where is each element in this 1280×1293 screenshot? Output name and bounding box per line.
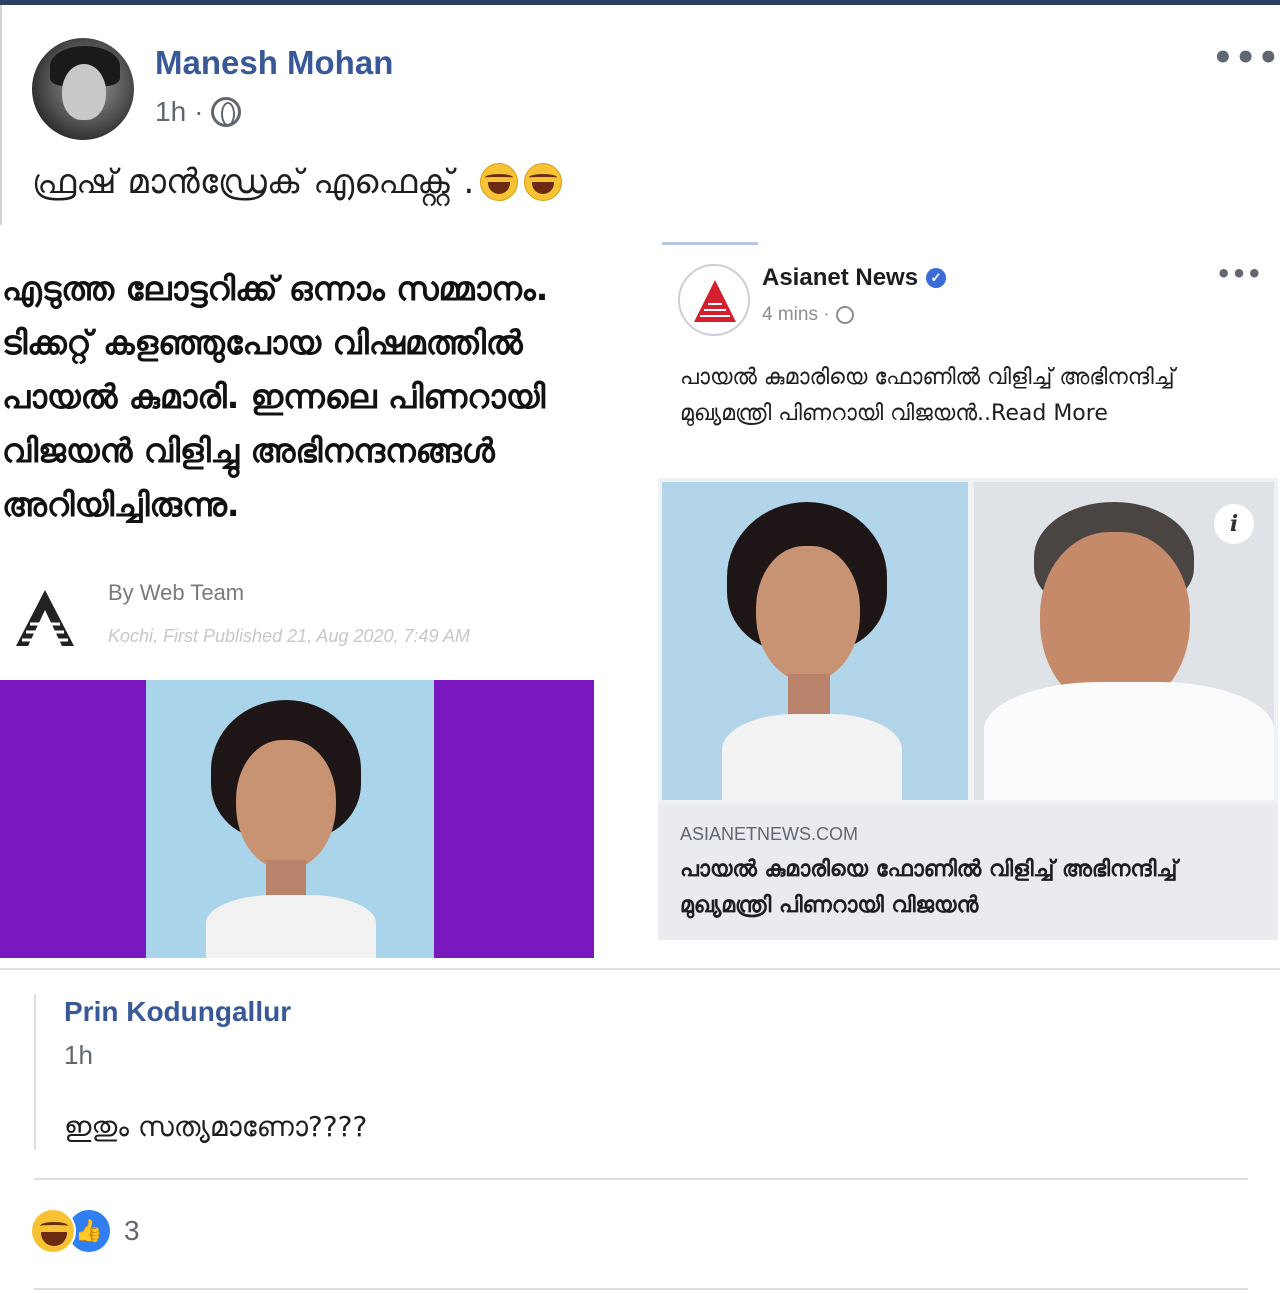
divider xyxy=(34,1288,1248,1290)
laughing-emoji-icon xyxy=(524,163,563,201)
avatar-face xyxy=(62,64,106,120)
asianet-logo-icon xyxy=(694,280,736,322)
woman-figure xyxy=(722,502,902,800)
post-text: ഫ്രഷ് മാൻഡ്രേക് എഫെക്റ്റ് . xyxy=(32,162,563,202)
post-meta: 1h · xyxy=(155,96,242,128)
news-headline: എടുത്ത ലോട്ടറിക്ക് ഒന്നാം സമ്മാനം. ടിക്ക… xyxy=(2,269,549,524)
globe-icon[interactable] xyxy=(211,97,242,127)
verified-badge-icon: ✓ xyxy=(926,268,947,288)
post-author-name[interactable]: Manesh Mohan xyxy=(155,44,393,82)
embedded-options-icon: ••• xyxy=(1216,260,1263,288)
page-name[interactable]: Asianet News ✓ xyxy=(762,264,947,292)
comment-author-name[interactable]: Prin Kodungallur xyxy=(64,996,291,1028)
link-preview-footer: ASIANETNEWS.COM പായൽ കുമാരിയെ ഫോണിൽ വിളി… xyxy=(658,804,1278,940)
post-options-button[interactable]: ••• xyxy=(1212,38,1280,78)
news-photo-woman xyxy=(0,680,594,958)
comment-time[interactable]: 1h xyxy=(64,1040,93,1071)
woman-figure xyxy=(206,700,376,958)
post-time[interactable]: 1h xyxy=(155,96,186,128)
reaction-summary[interactable]: 👍 3 xyxy=(30,1208,140,1254)
woman-photo xyxy=(662,482,968,800)
card-tab-line xyxy=(662,242,758,245)
meta-separator: · xyxy=(194,96,204,127)
page-name-text[interactable]: Asianet News xyxy=(762,264,918,292)
embedded-post-time: 4 mins · xyxy=(762,304,830,325)
shared-image[interactable]: എടുത്ത ലോട്ടറിക്ക് ഒന്നാം സമ്മാനം. ടിക്ക… xyxy=(0,236,1280,970)
divider xyxy=(0,968,1280,970)
photo-backdrop xyxy=(146,680,434,958)
link-title: പായൽ കുമാരിയെ ഫോണിൽ വിളിച്ച് അഭിനന്ദിച്ച… xyxy=(680,857,1178,918)
link-domain: ASIANETNEWS.COM xyxy=(680,824,859,844)
asianet-page-logo[interactable] xyxy=(678,264,750,336)
reaction-count[interactable]: 3 xyxy=(124,1215,140,1247)
divider xyxy=(34,1178,1248,1180)
card-border xyxy=(0,5,2,225)
laughing-emoji-icon xyxy=(480,163,519,201)
news-byline: By Web Team xyxy=(108,580,245,605)
comment-indent-bar xyxy=(34,994,36,1150)
embedded-link-photo: i xyxy=(658,478,1278,804)
info-icon[interactable]: i xyxy=(1214,504,1254,544)
globe-icon xyxy=(835,306,854,324)
embedded-post-meta: 4 mins · xyxy=(762,304,854,326)
man-figure xyxy=(984,502,1274,800)
author-avatar[interactable] xyxy=(32,38,134,140)
man-photo: i xyxy=(974,482,1274,800)
top-bar xyxy=(0,0,1280,5)
embedded-post-text: പായൽ കുമാരിയെ ഫോണിൽ വിളിച്ച് അഭിനന്ദിച്ച… xyxy=(680,365,1175,426)
comment-text: ഇതും സത്യമാണോ???? xyxy=(64,1110,368,1143)
post-text-body: ഫ്രഷ് മാൻഡ്രേക് എഫെക്റ്റ് . xyxy=(32,162,475,202)
haha-icon xyxy=(30,1208,76,1254)
news-dateline: Kochi, First Published 21, Aug 2020, 7:4… xyxy=(108,626,470,646)
embedded-fb-post: Asianet News ✓ 4 mins · ••• പായൽ കുമാരിയ… xyxy=(658,242,1278,940)
asianet-logo-icon xyxy=(16,590,74,646)
